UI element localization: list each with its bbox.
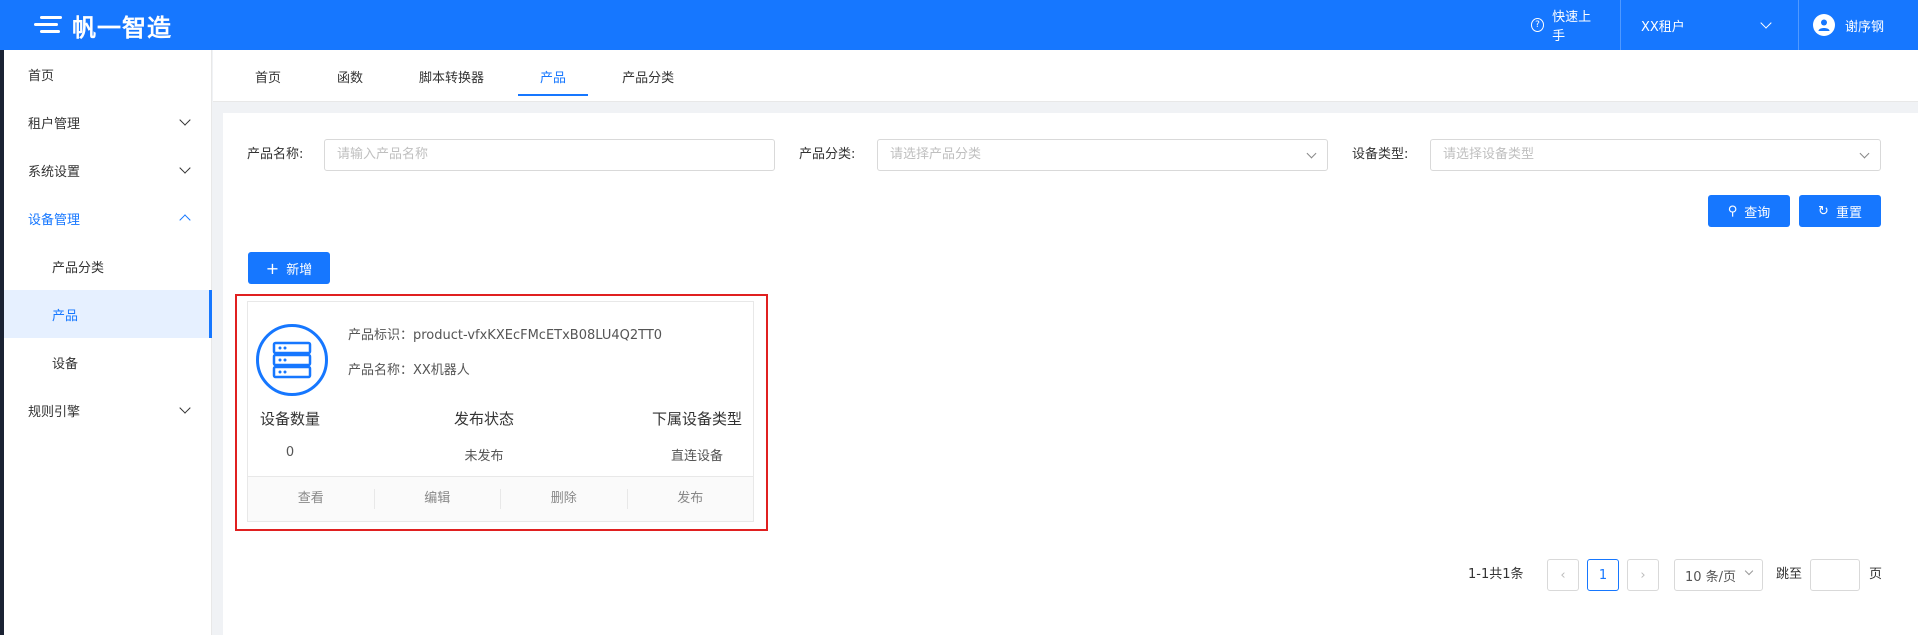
- plus-icon: +: [265, 258, 280, 278]
- tab-product-category[interactable]: 产品分类: [600, 50, 696, 102]
- device-type-placeholder: 请选择设备类型: [1443, 147, 1535, 162]
- stat-title: 发布状态: [453, 410, 514, 428]
- product-category-placeholder: 请选择产品分类: [890, 147, 982, 162]
- stat-device-count: 设备数量 0: [248, 408, 332, 460]
- reset-button[interactable]: ↻ 重置: [1799, 195, 1881, 227]
- sidebar-item-label: 产品: [52, 308, 79, 324]
- add-button-label: 新增: [286, 262, 313, 278]
- view-button[interactable]: 查看: [248, 489, 375, 509]
- stat-value: 直连设备: [670, 449, 723, 464]
- window-edge: [0, 50, 4, 635]
- chevron-down-icon: [1760, 17, 1772, 29]
- stat-device-type: 下属设备类型 直连设备: [647, 408, 747, 464]
- device-type-label: 设备类型:: [1352, 147, 1409, 162]
- app-title: 帆一智造: [72, 13, 172, 42]
- publish-button[interactable]: 发布: [628, 489, 754, 509]
- product-category-label: 产品分类:: [799, 147, 856, 162]
- chevron-down-icon: [1306, 148, 1317, 159]
- product-category-select[interactable]: 请选择产品分类: [877, 139, 1328, 171]
- sidebar-item-label: 产品分类: [52, 260, 105, 276]
- sidebar-item-system-settings[interactable]: 系统设置: [0, 146, 211, 194]
- sidebar-item-label: 设备管理: [28, 212, 81, 228]
- tenant-selector[interactable]: XX租户: [1620, 0, 1798, 50]
- logo-icon: [34, 13, 64, 37]
- next-page-button[interactable]: ›: [1627, 559, 1659, 591]
- stat-value: 未发布: [464, 449, 504, 464]
- sidebar-item-label: 租户管理: [28, 116, 81, 132]
- chevron-down-icon: [179, 402, 191, 414]
- refresh-icon: ↻: [1818, 203, 1829, 219]
- tab-home[interactable]: 首页: [233, 50, 303, 102]
- chevron-left-icon: ‹: [1560, 567, 1566, 583]
- product-name-label: 产品名称:: [247, 147, 304, 162]
- sidebar-item-label: 系统设置: [28, 164, 81, 180]
- chevron-down-icon: [179, 114, 191, 126]
- sidebar: 首页 租户管理 系统设置 设备管理 产品分类 产品 设备 规则引擎: [0, 50, 212, 635]
- prev-page-button[interactable]: ‹: [1547, 559, 1579, 591]
- user-menu[interactable]: 谢序钢: [1798, 0, 1918, 50]
- sidebar-item-rule-engine[interactable]: 规则引擎: [0, 386, 211, 434]
- stat-title: 下属设备类型: [651, 410, 742, 428]
- search-icon: ⚲: [1727, 203, 1738, 219]
- product-name: 产品名称：XX机器人: [348, 363, 470, 378]
- chevron-down-icon: [1859, 148, 1870, 159]
- jump-label: 跳至: [1776, 567, 1803, 582]
- query-button[interactable]: ⚲ 查询: [1708, 195, 1790, 227]
- sidebar-item-home[interactable]: 首页: [0, 50, 211, 98]
- jump-page-input[interactable]: [1810, 559, 1860, 591]
- product-id: 产品标识：product-vfxKXEcFMcETxB08LU4Q2TT0: [348, 328, 663, 343]
- quick-start-link[interactable]: ? 快速上手: [1511, 0, 1620, 50]
- sidebar-item-product-category[interactable]: 产品分类: [0, 242, 211, 290]
- tab-script-converter[interactable]: 脚本转换器: [397, 50, 506, 102]
- stat-publish-status: 发布状态 未发布: [442, 408, 526, 464]
- page-1-button[interactable]: 1: [1587, 559, 1619, 591]
- pagination-summary: 1-1共1条: [1468, 567, 1524, 582]
- product-stats: 设备数量 0 发布状态 未发布 下属设备类型 直连设备: [248, 408, 753, 468]
- reset-button-label: 重置: [1835, 205, 1862, 221]
- page-suffix-label: 页: [1869, 567, 1883, 582]
- sidebar-item-label: 首页: [28, 68, 55, 84]
- product-card[interactable]: 产品标识：product-vfxKXEcFMcETxB08LU4Q2TT0 产品…: [247, 301, 754, 522]
- delete-button[interactable]: 删除: [501, 489, 628, 509]
- page-size-value: 10 条/页: [1685, 569, 1737, 585]
- sidebar-item-label: 规则引擎: [28, 404, 81, 420]
- server-icon: [256, 324, 328, 396]
- add-button[interactable]: + 新增: [248, 252, 330, 284]
- main-panel: 产品名称: 请输入产品名称 产品分类: 请选择产品分类 设备类型: 请选择设备类…: [223, 113, 1918, 635]
- device-type-select[interactable]: 请选择设备类型: [1430, 139, 1881, 171]
- edit-button[interactable]: 编辑: [375, 489, 501, 509]
- chevron-up-icon: [179, 214, 191, 226]
- quick-start-label: 快速上手: [1552, 10, 1592, 44]
- product-name-placeholder: 请输入产品名称: [337, 147, 429, 162]
- logo[interactable]: 帆一智造: [34, 0, 172, 50]
- page-size-select[interactable]: 10 条/页: [1674, 559, 1763, 591]
- tab-functions[interactable]: 函数: [315, 50, 385, 102]
- top-header: 帆一智造 ? 快速上手 XX租户 谢序钢: [0, 0, 1918, 50]
- chevron-down-icon: [1744, 566, 1754, 576]
- product-name-input[interactable]: 请输入产品名称: [324, 139, 775, 171]
- user-icon: [1818, 19, 1830, 31]
- card-actions: 查看 编辑 删除 发布: [248, 476, 753, 521]
- query-button-label: 查询: [1744, 205, 1771, 221]
- tenant-label: XX租户: [1641, 19, 1685, 35]
- tab-product[interactable]: 产品: [518, 50, 589, 102]
- chevron-right-icon: ›: [1640, 567, 1646, 583]
- tab-bar: 首页 函数 脚本转换器 产品 产品分类: [213, 50, 1918, 102]
- sidebar-item-tenant-management[interactable]: 租户管理: [0, 98, 211, 146]
- chevron-down-icon: [179, 162, 191, 174]
- user-name: 谢序钢: [1845, 19, 1885, 35]
- sidebar-item-device[interactable]: 设备: [0, 338, 211, 386]
- stat-title: 设备数量: [259, 410, 320, 428]
- avatar: [1813, 14, 1835, 36]
- filter-row: 产品名称: 请输入产品名称 产品分类: 请选择产品分类 设备类型: 请选择设备类…: [223, 139, 1918, 171]
- help-icon: ?: [1531, 18, 1545, 32]
- stat-value: 0: [285, 445, 295, 460]
- sidebar-item-label: 设备: [52, 356, 79, 372]
- highlight-box: 产品标识：product-vfxKXEcFMcETxB08LU4Q2TT0 产品…: [235, 294, 768, 531]
- sidebar-item-device-management[interactable]: 设备管理: [0, 194, 211, 242]
- sidebar-item-product[interactable]: 产品: [0, 290, 212, 338]
